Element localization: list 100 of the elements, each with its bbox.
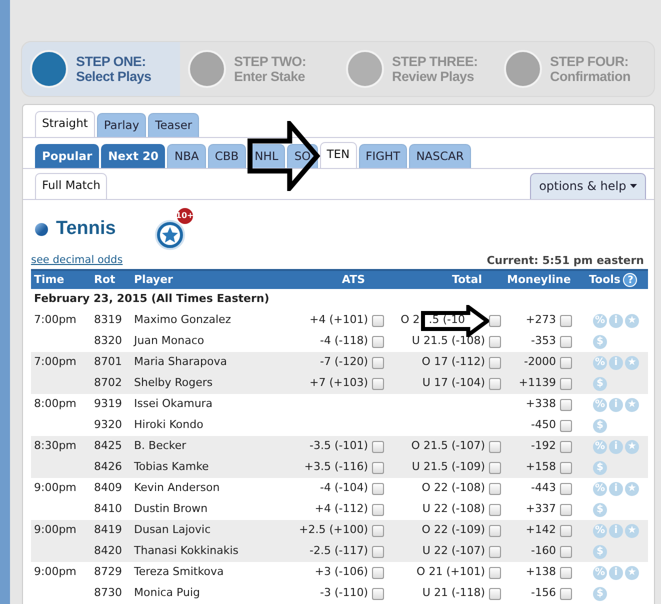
bet-checkbox[interactable] bbox=[560, 420, 572, 432]
bet-checkbox[interactable] bbox=[489, 462, 501, 474]
dollar-icon[interactable]: $ bbox=[593, 502, 607, 517]
bet-checkbox[interactable] bbox=[372, 462, 384, 474]
bet-checkbox[interactable] bbox=[489, 336, 501, 348]
sport-tab[interactable]: FIGHT bbox=[358, 144, 408, 168]
info-icon[interactable]: i bbox=[609, 566, 623, 580]
favorites-star-button[interactable]: 10+ bbox=[154, 207, 198, 251]
column-header: Player bbox=[131, 270, 271, 289]
percent-icon[interactable]: % bbox=[593, 356, 607, 370]
info-icon[interactable]: i bbox=[609, 482, 623, 496]
sport-tab[interactable]: NASCAR bbox=[409, 144, 471, 168]
bet-type-tab[interactable]: Straight bbox=[35, 111, 95, 137]
odds-value: U 21 (-118) bbox=[422, 585, 485, 602]
decimal-odds-link[interactable]: see decimal odds bbox=[31, 253, 123, 269]
bet-checkbox[interactable] bbox=[372, 504, 384, 516]
player-name: Tobias Kamke bbox=[131, 457, 271, 478]
dollar-icon[interactable]: $ bbox=[593, 586, 607, 601]
dollar-icon[interactable]: $ bbox=[593, 334, 607, 349]
current-time: Current: 5:51 pm eastern bbox=[486, 252, 644, 268]
period-tab[interactable]: Full Match bbox=[35, 173, 108, 199]
bet-checkbox[interactable] bbox=[372, 588, 384, 600]
percent-icon[interactable]: % bbox=[593, 566, 607, 580]
help-icon[interactable]: ? bbox=[623, 273, 638, 288]
bet-checkbox[interactable] bbox=[560, 482, 572, 494]
column-header: Total bbox=[387, 270, 504, 289]
bet-checkbox[interactable] bbox=[372, 378, 384, 390]
rotation-number: 8419 bbox=[91, 520, 131, 541]
dollar-icon[interactable]: $ bbox=[593, 376, 607, 391]
odds-value: +7 (+103) bbox=[309, 375, 368, 392]
bet-checkbox[interactable] bbox=[372, 314, 384, 326]
dollar-icon[interactable]: $ bbox=[593, 418, 607, 433]
game-time: 7:00pm bbox=[33, 312, 78, 328]
bet-checkbox[interactable] bbox=[560, 524, 572, 536]
rotation-number: 8425 bbox=[91, 436, 131, 457]
info-icon[interactable]: i bbox=[609, 356, 623, 370]
sport-tab[interactable]: Popular bbox=[35, 144, 100, 168]
column-header: Time bbox=[31, 270, 91, 289]
rotation-number: 9319 bbox=[91, 394, 131, 415]
bet-checkbox[interactable] bbox=[560, 356, 572, 368]
game-time: 9:00pm bbox=[31, 562, 91, 583]
odds-value: -3.5 (-101) bbox=[309, 438, 368, 454]
bet-checkbox[interactable] bbox=[489, 546, 501, 558]
bet-checkbox[interactable] bbox=[372, 566, 384, 578]
sport-tab[interactable]: TEN bbox=[320, 142, 357, 168]
sport-tab[interactable]: Next 20 bbox=[101, 144, 166, 168]
bet-checkbox[interactable] bbox=[372, 482, 384, 494]
sport-tab[interactable]: CBB bbox=[208, 144, 246, 168]
bet-checkbox[interactable] bbox=[372, 336, 384, 348]
bet-checkbox[interactable] bbox=[489, 504, 501, 516]
bet-checkbox[interactable] bbox=[489, 440, 501, 452]
game-time: 9:00pm bbox=[31, 520, 91, 541]
bet-checkbox[interactable] bbox=[372, 440, 384, 452]
info-icon[interactable]: i bbox=[609, 314, 623, 328]
bet-checkbox[interactable] bbox=[489, 566, 501, 578]
rotation-number: 8702 bbox=[91, 373, 131, 394]
odds-value: -2000 bbox=[524, 354, 556, 370]
bet-checkbox[interactable] bbox=[372, 524, 384, 536]
bet-checkbox[interactable] bbox=[489, 524, 501, 536]
dollar-icon[interactable]: $ bbox=[593, 460, 607, 475]
player-name: Shelby Rogers bbox=[131, 373, 271, 394]
bet-checkbox[interactable] bbox=[489, 314, 501, 326]
odds-value: O 21.5 (-107) bbox=[411, 438, 485, 454]
info-icon[interactable]: i bbox=[609, 524, 623, 538]
bet-checkbox[interactable] bbox=[560, 546, 572, 558]
info-icon[interactable]: i bbox=[609, 440, 623, 454]
bet-checkbox[interactable] bbox=[560, 314, 572, 326]
odds-value: +3.5 (-116) bbox=[304, 459, 368, 476]
bet-checkbox[interactable] bbox=[560, 462, 572, 474]
rotation-number: 8320 bbox=[91, 331, 131, 352]
odds-value: U 21.5 (-108) bbox=[412, 333, 485, 350]
sport-tab[interactable]: NBA bbox=[167, 144, 206, 168]
percent-icon[interactable]: % bbox=[593, 524, 607, 538]
bet-checkbox[interactable] bbox=[560, 336, 572, 348]
bet-type-tab[interactable]: Teaser bbox=[148, 113, 200, 137]
column-header: Moneyline bbox=[504, 270, 575, 289]
bet-checkbox[interactable] bbox=[560, 378, 572, 390]
odds-value: -160 bbox=[531, 543, 556, 560]
percent-icon[interactable]: % bbox=[593, 314, 607, 328]
bet-checkbox[interactable] bbox=[560, 440, 572, 452]
bet-checkbox[interactable] bbox=[489, 482, 501, 494]
dollar-icon[interactable]: $ bbox=[593, 544, 607, 559]
column-header: Rot bbox=[91, 270, 131, 289]
bet-checkbox[interactable] bbox=[372, 356, 384, 368]
odds-value: O 17 (-112) bbox=[422, 354, 485, 370]
bet-checkbox[interactable] bbox=[489, 378, 501, 390]
bet-checkbox[interactable] bbox=[560, 398, 572, 410]
percent-icon[interactable]: % bbox=[593, 398, 607, 412]
bet-type-tab[interactable]: Parlay bbox=[96, 113, 146, 137]
info-icon[interactable]: i bbox=[609, 398, 623, 412]
bet-checkbox[interactable] bbox=[372, 546, 384, 558]
percent-icon[interactable]: % bbox=[593, 482, 607, 496]
bet-checkbox[interactable] bbox=[560, 504, 572, 516]
odds-value: .5 (-10 bbox=[428, 312, 465, 328]
options-dropdown[interactable]: options & help bbox=[530, 173, 646, 199]
percent-icon[interactable]: % bbox=[593, 440, 607, 454]
bet-checkbox[interactable] bbox=[489, 356, 501, 368]
bet-checkbox[interactable] bbox=[489, 588, 501, 600]
bet-checkbox[interactable] bbox=[560, 566, 572, 578]
bet-checkbox[interactable] bbox=[560, 588, 572, 600]
